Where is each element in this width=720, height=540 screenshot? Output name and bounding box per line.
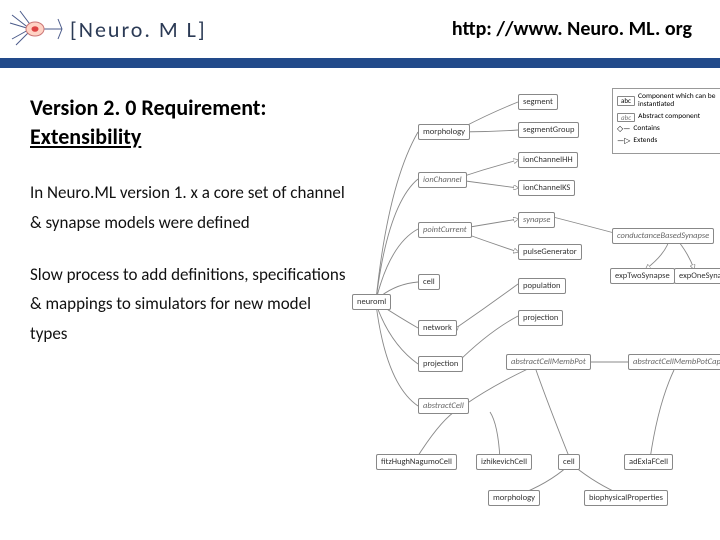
node-ionchannelks: ionChannelKS <box>518 180 575 196</box>
paragraph-1: In Neuro.ML version 1. x a core set of c… <box>30 178 350 238</box>
node-neuroml: neuroml <box>352 294 391 310</box>
node-ionchannelhh: ionChannelHH <box>518 152 578 168</box>
slide-title: Version 2. 0 Requirement: <box>30 94 350 121</box>
node-abstractcell: abstractCell <box>418 398 469 414</box>
node-segment: segment <box>518 94 558 110</box>
node-network: network <box>418 320 457 336</box>
legend: abcComponent which can be instantiated a… <box>612 88 720 154</box>
legend-contains: Contains <box>633 125 720 133</box>
legend-extends: Extends <box>633 137 720 145</box>
logo: [Neuro. M L] <box>8 9 207 49</box>
paragraph-2: Slow process to add definitions, specifi… <box>30 260 350 349</box>
component-diagram: abcComponent which can be instantiated a… <box>348 84 720 524</box>
slide-header: [Neuro. M L] http: //www. Neuro. ML. org <box>0 0 720 62</box>
triangle-icon: —▷ <box>617 137 630 146</box>
slide-subtitle: Extensibility <box>30 123 350 150</box>
node-morphology: morphology <box>418 124 470 140</box>
node-ionchannel: ionChannel <box>418 172 467 188</box>
legend-abstract-text: Abstract component <box>638 113 720 121</box>
node-pointcurrent: pointCurrent <box>418 222 472 238</box>
node-projection2: projection <box>518 310 563 326</box>
neuron-icon <box>8 9 64 49</box>
legend-abstract-box: abc <box>617 113 635 123</box>
node-abstractcellmembpot: abstractCellMembPot <box>506 354 591 370</box>
node-pulsegenerator: pulseGenerator <box>518 244 582 260</box>
header-url: http: //www. Neuro. ML. org <box>452 17 692 41</box>
logo-text: [Neuro. M L] <box>70 16 207 43</box>
node-expone: expOneSynapse <box>674 268 720 284</box>
node-condsynapse: conductanceBasedSynapse <box>612 228 714 244</box>
node-population: population <box>518 278 566 294</box>
node-morphology2: morphology <box>488 490 540 506</box>
diamond-icon: ◇— <box>617 125 630 134</box>
node-cell2: cell <box>418 274 440 290</box>
node-synapse: synapse <box>518 212 555 228</box>
legend-concrete-text: Component which can be instantiated <box>638 93 720 110</box>
legend-concrete-box: abc <box>617 96 635 106</box>
node-exptwo: expTwoSynapse <box>610 268 675 284</box>
node-biophys: biophysicalProperties <box>584 490 668 506</box>
node-adex: adExIaFCell <box>624 454 673 470</box>
node-abstractcellmembpotcap: abstractCellMembPotCap <box>628 354 720 370</box>
node-projection: projection <box>418 356 463 372</box>
node-segmentgroup: segmentGroup <box>518 122 579 138</box>
node-fitzhugh: fitzHughNagumoCell <box>376 454 457 470</box>
node-izhikevich: izhikevichCell <box>476 454 532 470</box>
node-cell: cell <box>558 454 580 470</box>
